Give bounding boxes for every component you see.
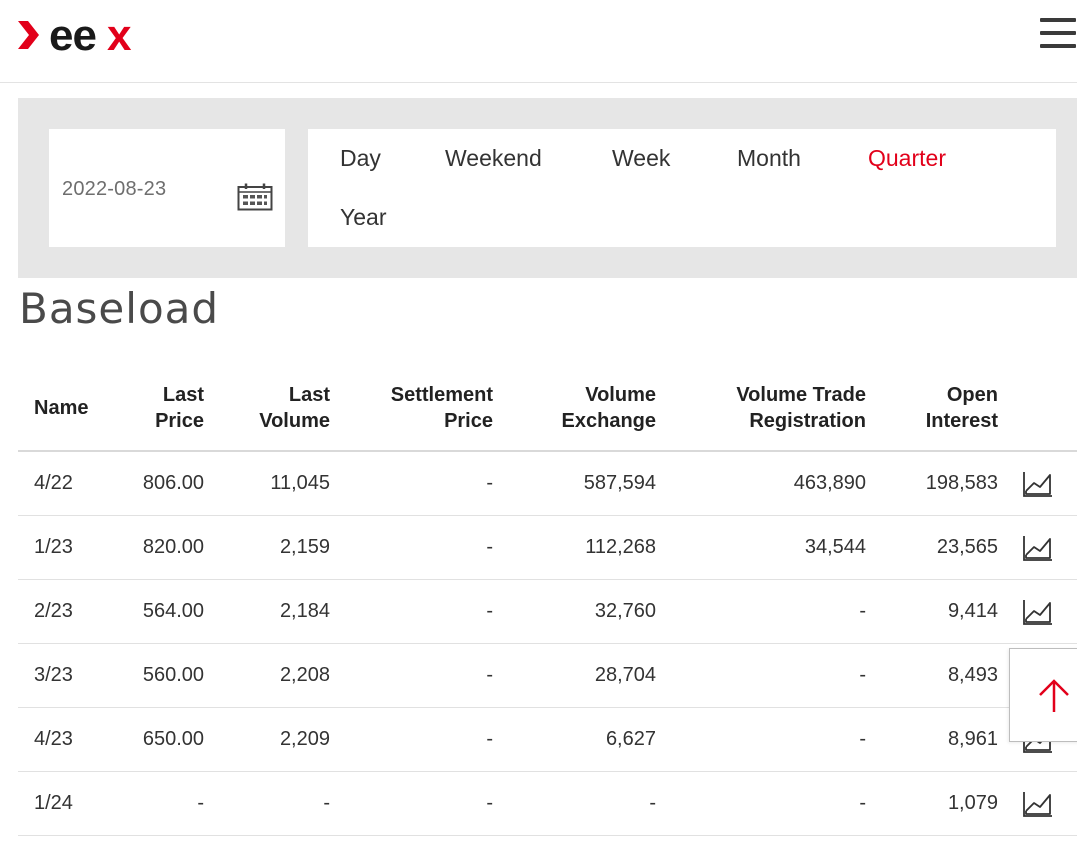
cell-last-price: 650.00 <box>116 707 204 772</box>
cell-last-volume: 2,209 <box>204 707 330 772</box>
cell-last-price: 560.00 <box>116 643 204 708</box>
site-header: ee x <box>0 0 1077 83</box>
cell-name: 2/23 <box>18 579 116 644</box>
logo-text-ee: ee <box>49 12 96 58</box>
line-chart-icon[interactable] <box>1022 791 1053 817</box>
col-header-settlement-price[interactable]: Settlement Price <box>330 370 493 452</box>
cell-volume-trade-registration: 34,544 <box>656 515 866 580</box>
cell-name: 4/22 <box>18 451 116 516</box>
period-year[interactable]: Year <box>340 204 386 231</box>
cell-settlement-price: - <box>330 515 493 580</box>
table-header-row: Name Last Price Last Volume Settlement Pric… <box>18 370 1077 452</box>
cell-settlement-price: - <box>330 707 493 772</box>
cell-name: 1/23 <box>18 515 116 580</box>
cell-open-interest: 1,079 <box>866 771 998 836</box>
table-row[interactable]: 1/23 820.00 2,159-112,268 34,544 23,565 <box>18 515 1077 580</box>
logo-text-x: x <box>107 12 132 58</box>
cell-last-volume: 2,208 <box>204 643 330 708</box>
table-row[interactable]: 4/23 650.00 2,209-6,627-8,961 <box>18 707 1077 772</box>
cell-name: 4/23 <box>18 707 116 772</box>
line-chart-icon[interactable] <box>1022 535 1053 561</box>
scroll-to-top-button[interactable] <box>1009 648 1077 742</box>
calendar-icon[interactable] <box>237 183 273 211</box>
col-header-open-interest[interactable]: Open Interest <box>866 370 998 452</box>
section-title: Baseload <box>19 284 220 333</box>
cell-open-interest: 8,493 <box>866 643 998 708</box>
cell-settlement-price: - <box>330 643 493 708</box>
cell-open-interest: 9,414 <box>866 579 998 644</box>
cell-settlement-price: - <box>330 771 493 836</box>
period-selector: Day Weekend Week Month Quarter Year <box>308 129 1056 247</box>
cell-last-price: 564.00 <box>116 579 204 644</box>
cell-volume-exchange: 587,594 <box>493 451 656 516</box>
cell-chart <box>998 771 1077 836</box>
cell-name: 1/24 <box>18 771 116 836</box>
period-weekend[interactable]: Weekend <box>445 145 542 172</box>
date-input[interactable]: 2022-08-23 <box>62 178 166 201</box>
cell-last-price: 806.00 <box>116 451 204 516</box>
cell-volume-exchange: - <box>493 771 656 836</box>
cell-volume-trade-registration: 463,890 <box>656 451 866 516</box>
table-row[interactable]: 1/24- - - - -1,079 <box>18 771 1077 836</box>
cell-open-interest: 23,565 <box>866 515 998 580</box>
cell-last-volume: 2,159 <box>204 515 330 580</box>
date-picker[interactable]: 2022-08-23 <box>49 129 285 247</box>
cell-last-price: 820.00 <box>116 515 204 580</box>
cell-open-interest: 198,583 <box>866 451 998 516</box>
cell-settlement-price: - <box>330 451 493 516</box>
arrow-up-icon <box>1039 679 1069 712</box>
period-quarter[interactable]: Quarter <box>868 145 946 172</box>
cell-volume-trade-registration: - <box>656 643 866 708</box>
cell-chart <box>998 515 1077 580</box>
cell-settlement-price: - <box>330 579 493 644</box>
table-row[interactable]: 4/22 806.00 11,045-587,594 463,890 198,583 <box>18 451 1077 516</box>
col-header-name[interactable]: Name <box>18 370 116 452</box>
cell-name: 3/23 <box>18 643 116 708</box>
cell-volume-trade-registration: - <box>656 771 866 836</box>
cell-open-interest: 8,961 <box>866 707 998 772</box>
cell-volume-trade-registration: - <box>656 579 866 644</box>
col-header-last-volume[interactable]: Last Volume <box>204 370 330 452</box>
period-week[interactable]: Week <box>612 145 670 172</box>
cell-volume-exchange: 28,704 <box>493 643 656 708</box>
hamburger-menu-icon[interactable] <box>1040 18 1076 48</box>
col-header-volume-trade-registration[interactable]: Volume Trade Registration <box>656 370 866 452</box>
baseload-table: Name Last Price Last Volume Settlement Pric… <box>18 370 1077 836</box>
col-header-volume-exchange[interactable]: Volume Exchange <box>493 370 656 452</box>
line-chart-icon[interactable] <box>1022 599 1053 625</box>
logo-chevron <box>18 21 39 49</box>
cell-last-volume: 2,184 <box>204 579 330 644</box>
cell-volume-exchange: 112,268 <box>493 515 656 580</box>
table-row[interactable]: 3/23 560.00 2,208-28,704-8,493 <box>18 643 1077 708</box>
period-month[interactable]: Month <box>737 145 801 172</box>
cell-last-volume: 11,045 <box>204 451 330 516</box>
col-header-chart <box>998 370 1077 452</box>
filter-bar: 2022-08-23 Day Weekend Week Month Quarte… <box>18 98 1077 278</box>
line-chart-icon[interactable] <box>1022 471 1053 497</box>
cell-chart <box>998 451 1077 516</box>
cell-volume-trade-registration: - <box>656 707 866 772</box>
cell-volume-exchange: 32,760 <box>493 579 656 644</box>
period-day[interactable]: Day <box>340 145 381 172</box>
table-row[interactable]: 2/23 564.00 2,184-32,760-9,414 <box>18 579 1077 644</box>
cell-chart <box>998 579 1077 644</box>
cell-last-volume: - <box>204 771 330 836</box>
cell-last-price: - <box>116 771 204 836</box>
cell-volume-exchange: 6,627 <box>493 707 656 772</box>
col-header-last-price[interactable]: Last Price <box>116 370 204 452</box>
eex-logo[interactable]: ee x <box>16 12 146 58</box>
table-body: 4/22 806.00 11,045-587,594 463,890 198,583 1/… <box>18 451 1077 836</box>
